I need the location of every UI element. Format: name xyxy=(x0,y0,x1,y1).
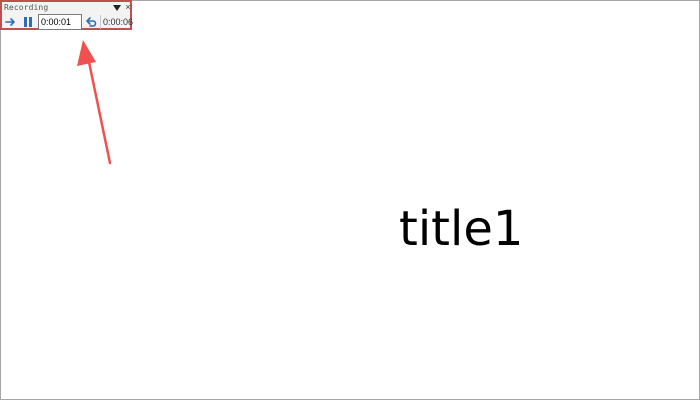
undo-arrow-icon xyxy=(86,17,97,27)
slide-time-field[interactable]: 0:00:01 xyxy=(38,14,82,30)
next-button[interactable] xyxy=(5,16,17,28)
recording-toolbar: Recording × 0:00:01 0:00:06 xyxy=(0,0,134,30)
recording-toolbar-title: Recording xyxy=(4,3,49,12)
arrow-right-icon xyxy=(5,18,15,26)
close-icon[interactable]: × xyxy=(124,3,132,12)
slide-title: title1 xyxy=(399,201,524,257)
pause-icon xyxy=(24,17,32,27)
total-time-label: 0:00:06 xyxy=(103,17,134,27)
slide-canvas: title1 xyxy=(0,0,700,400)
triangle-down-icon[interactable] xyxy=(113,4,121,12)
toolbar-divider xyxy=(100,15,101,29)
pause-button[interactable] xyxy=(22,16,34,28)
repeat-button[interactable] xyxy=(85,16,97,28)
